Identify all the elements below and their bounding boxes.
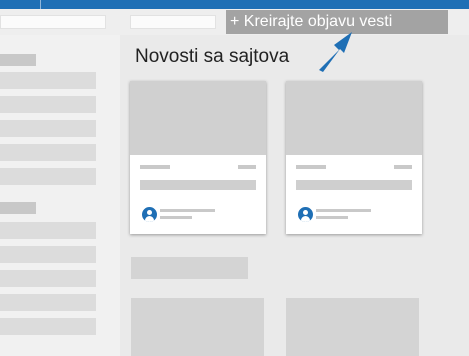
- news-card-author: [316, 209, 371, 212]
- person-icon: [142, 207, 157, 222]
- top-bar-divider: [40, 0, 41, 9]
- page-title: Novosti sa sajtova: [135, 46, 290, 67]
- left-nav-item[interactable]: [0, 246, 96, 263]
- arrow-pointer-icon: [319, 32, 352, 72]
- content-block[interactable]: [286, 298, 419, 356]
- person-icon: [298, 207, 313, 222]
- news-card[interactable]: [286, 81, 422, 234]
- left-nav-item[interactable]: [0, 120, 96, 137]
- news-card-date: [160, 216, 192, 219]
- left-nav-item[interactable]: [0, 144, 96, 161]
- section-heading-placeholder: [131, 257, 248, 279]
- news-card-image: [286, 81, 422, 155]
- news-card-author: [160, 209, 215, 212]
- left-nav-item[interactable]: [0, 96, 96, 113]
- news-card-meta: [296, 165, 326, 169]
- news-card-date: [316, 216, 348, 219]
- news-card-image: [130, 81, 266, 155]
- left-nav-item[interactable]: [0, 294, 96, 311]
- app-top-bar: [0, 0, 469, 9]
- news-card-meta: [140, 165, 170, 169]
- left-nav-heading: [0, 54, 36, 66]
- left-nav-item[interactable]: [0, 222, 96, 239]
- news-card[interactable]: [130, 81, 266, 234]
- news-card-title: [296, 180, 412, 190]
- news-card-meta: [238, 165, 256, 169]
- left-nav-item[interactable]: [0, 168, 96, 185]
- content-block[interactable]: [131, 298, 264, 356]
- left-nav-item[interactable]: [0, 72, 96, 89]
- left-navigation-panel: [0, 9, 120, 356]
- command-bar-item[interactable]: [130, 15, 216, 29]
- news-card-title: [140, 180, 256, 190]
- search-box[interactable]: [0, 15, 106, 29]
- news-card-meta: [394, 165, 412, 169]
- left-nav-item[interactable]: [0, 318, 96, 335]
- left-nav-heading: [0, 202, 36, 214]
- left-nav-item[interactable]: [0, 270, 96, 287]
